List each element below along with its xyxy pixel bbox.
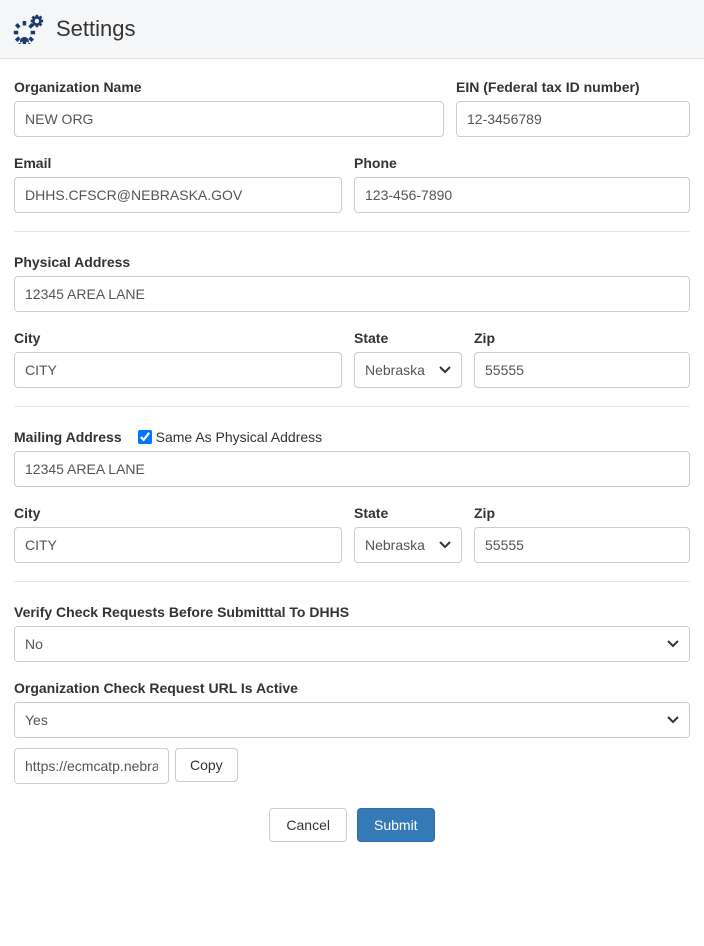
- mail-state-select[interactable]: Nebraska: [354, 527, 462, 563]
- phys-state-select[interactable]: Nebraska: [354, 352, 462, 388]
- same-as-physical-checkbox[interactable]: [138, 430, 152, 444]
- url-active-value: Yes: [25, 712, 48, 728]
- ein-label: EIN (Federal tax ID number): [456, 79, 690, 95]
- url-input[interactable]: [14, 748, 169, 784]
- url-active-select[interactable]: Yes: [14, 702, 690, 738]
- org-name-label: Organization Name: [14, 79, 444, 95]
- physical-address-label: Physical Address: [14, 254, 690, 270]
- phys-state-label: State: [354, 330, 462, 346]
- mail-state-label: State: [354, 505, 462, 521]
- mail-zip-input[interactable]: [474, 527, 690, 563]
- page-title: Settings: [56, 16, 136, 42]
- divider: [14, 406, 690, 407]
- email-label: Email: [14, 155, 342, 171]
- mailing-address-label: Mailing Address: [14, 429, 122, 445]
- chevron-down-icon: [667, 716, 679, 724]
- phone-label: Phone: [354, 155, 690, 171]
- settings-form: Organization Name EIN (Federal tax ID nu…: [0, 59, 704, 862]
- phys-city-input[interactable]: [14, 352, 342, 388]
- page-header: Settings: [0, 0, 704, 59]
- chevron-down-icon: [667, 640, 679, 648]
- phys-city-label: City: [14, 330, 342, 346]
- mailing-address-input[interactable]: [14, 451, 690, 487]
- verify-check-select[interactable]: No: [14, 626, 690, 662]
- verify-check-value: No: [25, 636, 43, 652]
- gears-icon: [12, 14, 44, 44]
- chevron-down-icon: [439, 541, 451, 549]
- divider: [14, 231, 690, 232]
- phys-zip-label: Zip: [474, 330, 690, 346]
- divider: [14, 581, 690, 582]
- mail-city-label: City: [14, 505, 342, 521]
- chevron-down-icon: [439, 366, 451, 374]
- physical-address-input[interactable]: [14, 276, 690, 312]
- submit-button[interactable]: Submit: [357, 808, 435, 842]
- email-input[interactable]: [14, 177, 342, 213]
- cancel-button[interactable]: Cancel: [269, 808, 347, 842]
- phys-state-value: Nebraska: [365, 362, 425, 378]
- copy-button[interactable]: Copy: [175, 748, 238, 782]
- same-as-physical-label: Same As Physical Address: [156, 429, 323, 445]
- url-active-label: Organization Check Request URL Is Active: [14, 680, 690, 696]
- mail-zip-label: Zip: [474, 505, 690, 521]
- phys-zip-input[interactable]: [474, 352, 690, 388]
- ein-input[interactable]: [456, 101, 690, 137]
- mail-city-input[interactable]: [14, 527, 342, 563]
- phone-input[interactable]: [354, 177, 690, 213]
- mail-state-value: Nebraska: [365, 537, 425, 553]
- verify-check-label: Verify Check Requests Before Submitttal …: [14, 604, 690, 620]
- org-name-input[interactable]: [14, 101, 444, 137]
